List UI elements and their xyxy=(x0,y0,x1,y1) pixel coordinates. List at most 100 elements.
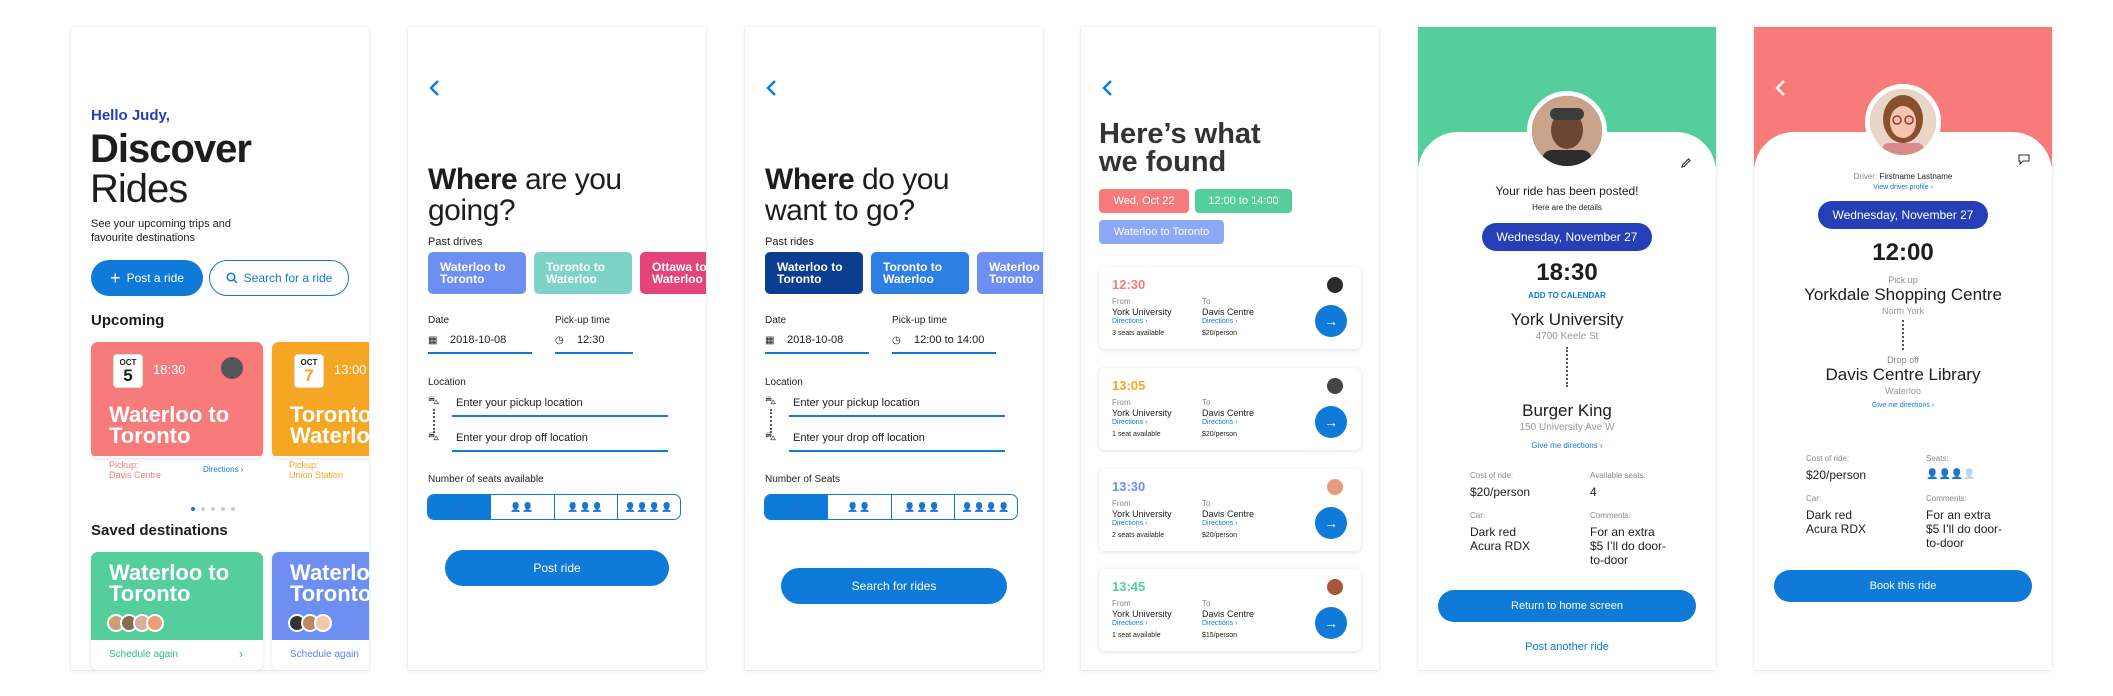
arrow-right-icon[interactable]: → xyxy=(1315,406,1347,438)
saved-card[interactable]: Waterloo to Toronto Schedule again › xyxy=(91,552,263,670)
driver-avatar xyxy=(1865,84,1941,160)
carousel-dots[interactable] xyxy=(191,507,235,511)
directions-link[interactable]: Directions › xyxy=(1112,520,1147,527)
date-field[interactable]: ▦ 2018-10-08 xyxy=(428,332,532,354)
filter-tag-time[interactable]: 12:00 to 14:00 xyxy=(1195,189,1292,213)
pickup-location-input[interactable]: Enter your pickup location xyxy=(452,397,668,417)
ride-posted-screen: Your ride has been posted! Here are the … xyxy=(1418,27,1716,670)
past-ride-chip[interactable]: Waterloo to Toronto xyxy=(977,252,1043,294)
directions-link[interactable]: Give me directions › xyxy=(1418,441,1716,450)
return-home-button[interactable]: Return to home screen xyxy=(1438,590,1696,622)
past-ride-chip[interactable]: Toronto to Waterloo xyxy=(871,252,969,294)
view-profile-link[interactable]: View driver profile › xyxy=(1754,184,2052,191)
directions-link[interactable]: Directions › xyxy=(1112,620,1147,627)
seat-count-selector[interactable]: 👤 👤👤 👤👤👤 👤👤👤👤 xyxy=(427,494,681,520)
seat-option-3[interactable]: 👤👤👤 xyxy=(890,495,954,519)
result-card[interactable]: 13:45 From To York University Davis Cent… xyxy=(1099,569,1361,651)
filter-tag-route[interactable]: Waterloo to Toronto xyxy=(1099,220,1224,244)
driver-avatar xyxy=(1327,277,1343,293)
seats-value: 4 xyxy=(1590,485,1597,499)
chevron-right-icon: › xyxy=(239,647,243,661)
schedule-again-link[interactable]: Schedule again xyxy=(109,649,178,660)
arrow-right-icon[interactable]: → xyxy=(1315,305,1347,337)
post-ride-button[interactable]: + Post a ride xyxy=(91,260,203,296)
to-label: To xyxy=(1202,599,1211,608)
price: $20/person xyxy=(1202,431,1238,438)
origin-address: 4700 Keele St xyxy=(1535,331,1599,342)
person-photo xyxy=(1532,96,1602,166)
directions-link[interactable]: Directions › xyxy=(1112,318,1147,325)
search-rides-button[interactable]: Search for rides xyxy=(781,568,1007,604)
seat-option-1[interactable]: 👤 xyxy=(765,495,828,519)
arrow-right-icon[interactable]: → xyxy=(1315,507,1347,539)
saved-card[interactable]: Waterloo to Toronto Schedule again xyxy=(272,552,369,670)
post-another-link[interactable]: Post another ride xyxy=(1418,641,1716,653)
dropoff-location-input[interactable]: Enter your drop off location xyxy=(452,432,668,452)
date-badge: OCT 7 xyxy=(294,354,324,388)
date-field[interactable]: ▦ 2018-10-08 xyxy=(765,332,869,354)
result-card[interactable]: 13:30 From To York University Davis Cent… xyxy=(1099,469,1361,551)
result-card[interactable]: 12:30 From To York University Davis Cent… xyxy=(1099,267,1361,349)
book-ride-screen: Driver: Firstname Lastname View driver p… xyxy=(1754,27,2052,670)
filter-tag-date[interactable]: Wed, Oct 22 xyxy=(1099,189,1189,213)
directions-link[interactable]: Directions › xyxy=(1112,419,1147,426)
back-arrow-icon[interactable] xyxy=(1770,77,1792,99)
seat-option-1[interactable]: 👤 xyxy=(428,495,491,519)
chat-icon[interactable] xyxy=(2018,154,2030,165)
pickup-label: Pickup: xyxy=(289,460,319,470)
seat-count-selector[interactable]: 👤 👤👤 👤👤👤 👤👤👤👤 xyxy=(764,494,1018,520)
result-card[interactable]: 13:05 From To York University Davis Cent… xyxy=(1099,368,1361,450)
add-to-calendar-link[interactable]: ADD TO CALENDAR xyxy=(1418,291,1716,300)
car-icon: ⛍ xyxy=(765,431,777,443)
comments-field: Comments: For an extra $5 I’ll do door-to… xyxy=(1590,509,1670,567)
driver-avatar xyxy=(1327,378,1343,394)
upcoming-card[interactable]: OCT 5 18:30 Waterloo to Toronto xyxy=(91,342,263,458)
post-ride-button[interactable]: Post ride xyxy=(445,550,669,586)
past-drive-chip[interactable]: Ottawa to Waterloo xyxy=(640,252,706,294)
time-field[interactable]: ◷ 12:00 to 14:00 xyxy=(892,332,996,354)
seat-option-4[interactable]: 👤👤👤👤 xyxy=(616,495,680,519)
past-ride-chip[interactable]: Waterloo to Toronto xyxy=(765,252,863,294)
pickup-area: North York xyxy=(1881,306,1925,316)
clock-icon: ◷ xyxy=(555,335,564,346)
clock-icon: ◷ xyxy=(892,335,901,346)
page-title-bold: Discover xyxy=(90,127,252,171)
directions-link[interactable]: Directions › xyxy=(1202,318,1237,325)
directions-link[interactable]: Directions › xyxy=(1202,419,1237,426)
seat-icons: 👤👤👤👤 xyxy=(1926,469,1976,480)
search-ride-screen: Where do you want to go? Past rides Water… xyxy=(745,27,1043,670)
seat-option-2[interactable]: 👤👤 xyxy=(490,495,553,519)
seat-option-3[interactable]: 👤👤👤 xyxy=(553,495,617,519)
origin-name: York University xyxy=(1510,310,1624,329)
edit-icon[interactable] xyxy=(1680,157,1692,169)
book-ride-button[interactable]: Book this ride xyxy=(1774,570,2032,602)
search-ride-button[interactable]: Search for a ride xyxy=(209,260,349,296)
pickup-location-input[interactable]: Enter your pickup location xyxy=(789,397,1005,417)
back-arrow-icon[interactable] xyxy=(1097,77,1119,99)
dropoff-label: Drop off xyxy=(1887,355,1919,365)
card-title: Waterloo to Toronto xyxy=(109,402,230,448)
past-drive-chip[interactable]: Waterloo to Toronto xyxy=(428,252,526,294)
seat-option-2[interactable]: 👤👤 xyxy=(827,495,890,519)
pickup-info: Pickup: Union Station xyxy=(289,460,343,480)
back-arrow-icon[interactable] xyxy=(761,77,783,99)
dropoff-location-input[interactable]: Enter your drop off location xyxy=(789,432,1005,452)
route-line xyxy=(433,409,435,433)
car-field: Car: Dark red Acura RDX xyxy=(1470,509,1540,553)
greeting: Hello Judy, xyxy=(91,107,170,124)
driver-info: Driver: Firstname Lastname xyxy=(1754,172,2052,181)
directions-link[interactable]: Directions › xyxy=(1202,520,1237,527)
directions-link[interactable]: Give me directions › xyxy=(1754,402,2052,409)
seat-option-4[interactable]: 👤👤👤👤 xyxy=(953,495,1017,519)
cost-value: $20/person xyxy=(1806,468,1867,482)
back-arrow-icon[interactable] xyxy=(424,77,446,99)
directions-link[interactable]: Directions › xyxy=(203,465,243,474)
upcoming-card[interactable]: OCT7 13:00 Toronto to Waterloo xyxy=(272,342,369,458)
pickup-label: Pickup: xyxy=(109,460,139,470)
time-field[interactable]: ◷ 12:30 xyxy=(555,332,633,354)
schedule-again-link[interactable]: Schedule again xyxy=(290,649,359,660)
date-day: 5 xyxy=(123,366,133,385)
directions-link[interactable]: Directions › xyxy=(1202,620,1237,627)
arrow-right-icon[interactable]: → xyxy=(1315,607,1347,639)
past-drive-chip[interactable]: Toronto to Waterloo xyxy=(534,252,632,294)
